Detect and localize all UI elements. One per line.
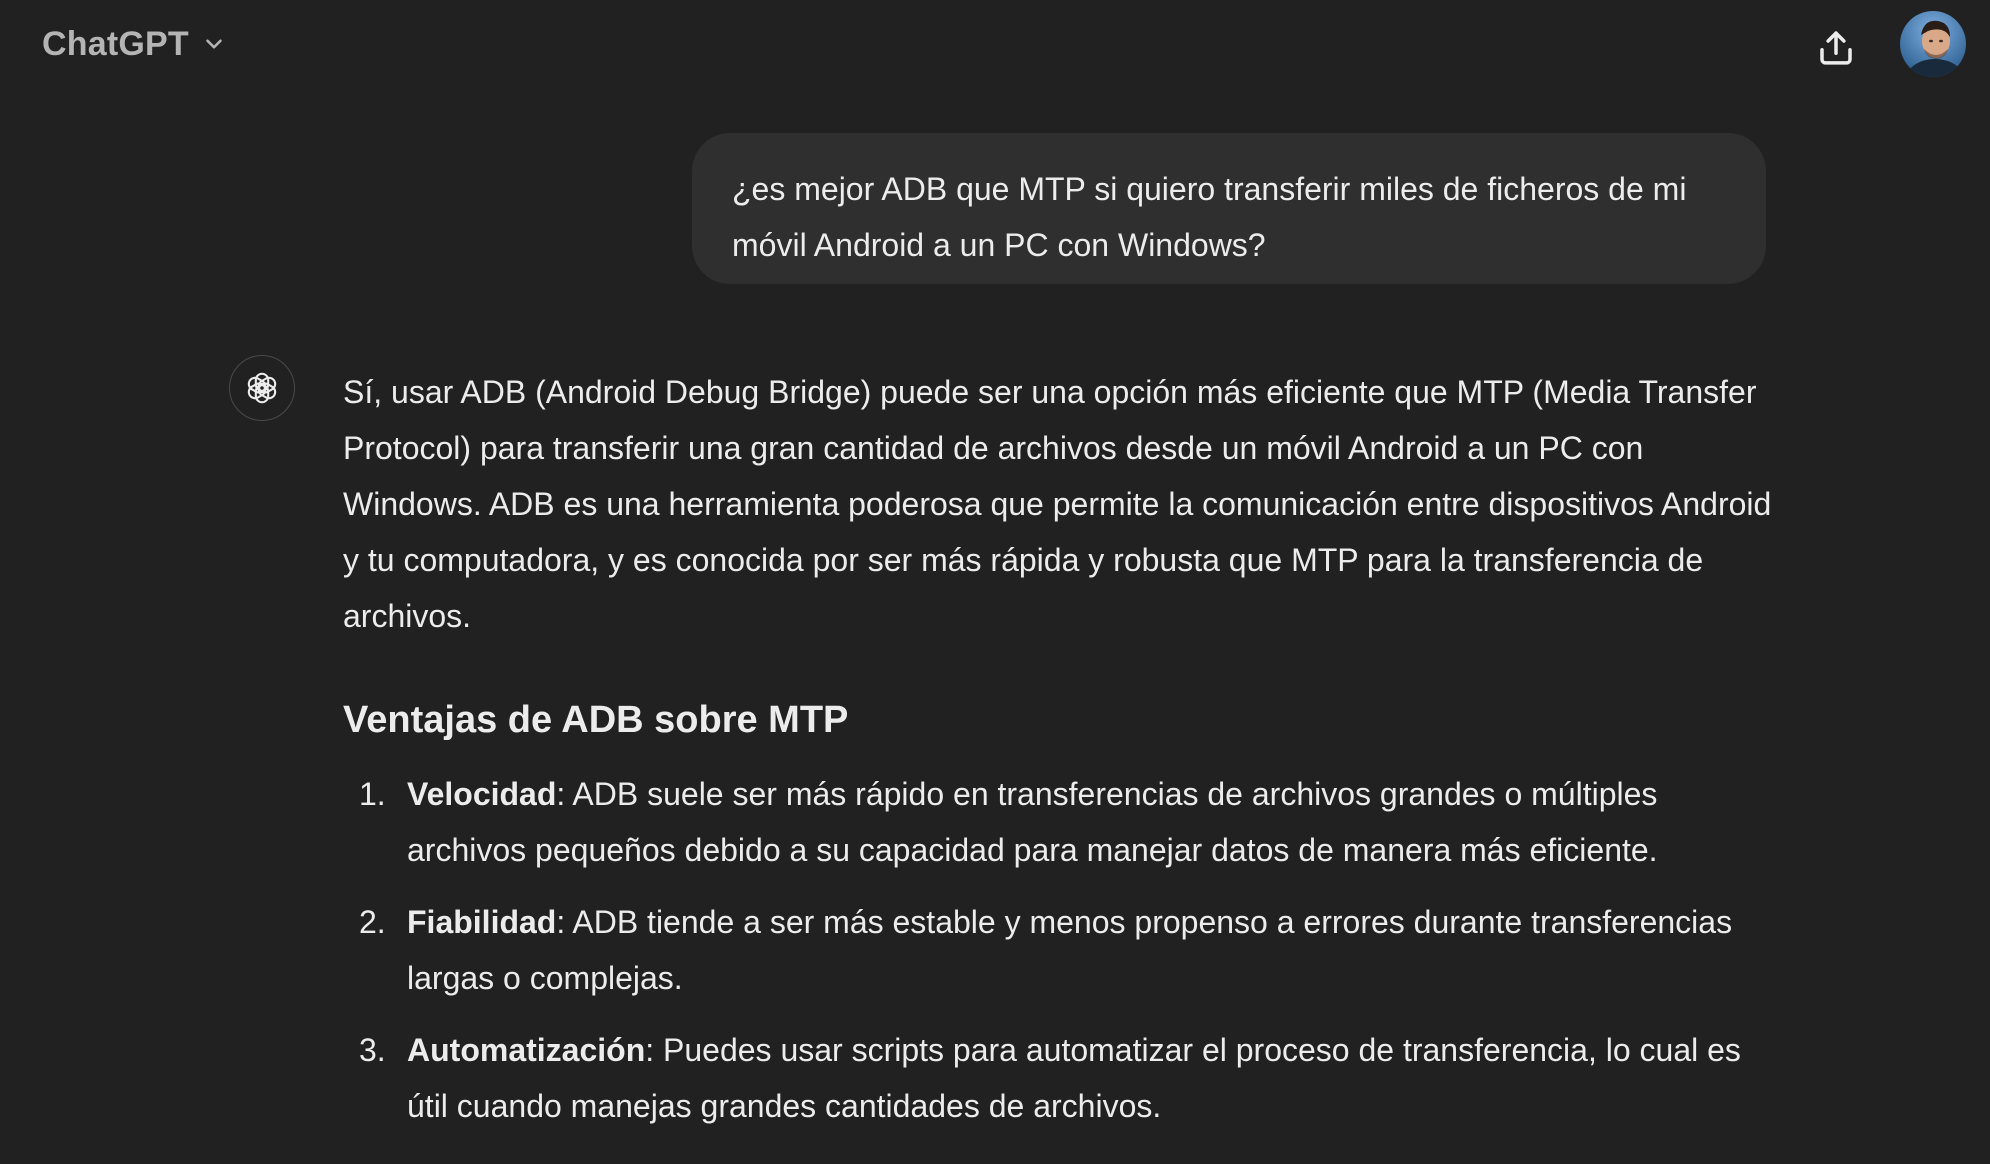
user-message: ¿es mejor ADB que MTP si quiero transfer… bbox=[692, 133, 1766, 284]
list-item-term: Fiabilidad bbox=[407, 904, 557, 940]
top-bar: ChatGPT bbox=[0, 0, 1990, 90]
section-heading: Ventajas de ADB sobre MTP bbox=[343, 699, 849, 741]
assistant-message: Sí, usar ADB (Android Debug Bridge) pued… bbox=[343, 364, 1773, 1150]
list-item-number: 3. bbox=[359, 1032, 386, 1068]
list-item-text: : ADB tiende a ser más estable y menos p… bbox=[407, 904, 1733, 996]
assistant-avatar bbox=[229, 355, 295, 421]
model-name: ChatGPT bbox=[42, 24, 189, 63]
list-item: 2. Fiabilidad: ADB tiende a ser más esta… bbox=[343, 894, 1773, 1006]
list-item: 3. Automatización: Puedes usar scripts p… bbox=[343, 1022, 1773, 1134]
advantages-list: 1. Velocidad: ADB suele ser más rápido e… bbox=[343, 766, 1773, 1134]
assistant-intro-paragraph: Sí, usar ADB (Android Debug Bridge) pued… bbox=[343, 374, 1772, 634]
share-upload-icon bbox=[1820, 31, 1852, 65]
model-selector[interactable]: ChatGPT bbox=[30, 18, 239, 70]
list-item: 1. Velocidad: ADB suele ser más rápido e… bbox=[343, 766, 1773, 878]
share-button[interactable] bbox=[1808, 20, 1864, 76]
user-avatar[interactable] bbox=[1900, 11, 1966, 77]
list-item-number: 1. bbox=[359, 776, 386, 812]
user-message-text: ¿es mejor ADB que MTP si quiero transfer… bbox=[732, 171, 1687, 263]
list-item-term: Automatización bbox=[407, 1032, 646, 1068]
list-item-text: : ADB suele ser más rápido en transferen… bbox=[407, 776, 1658, 868]
chat-page: ChatGPT ¿es mejor ADB que MTP si quiero … bbox=[0, 0, 1990, 1164]
list-item-term: Velocidad bbox=[407, 776, 557, 812]
chevron-down-icon bbox=[206, 39, 222, 49]
list-item-number: 2. bbox=[359, 904, 386, 940]
user-avatar-image bbox=[1900, 11, 1966, 77]
openai-logo-icon bbox=[247, 372, 277, 404]
